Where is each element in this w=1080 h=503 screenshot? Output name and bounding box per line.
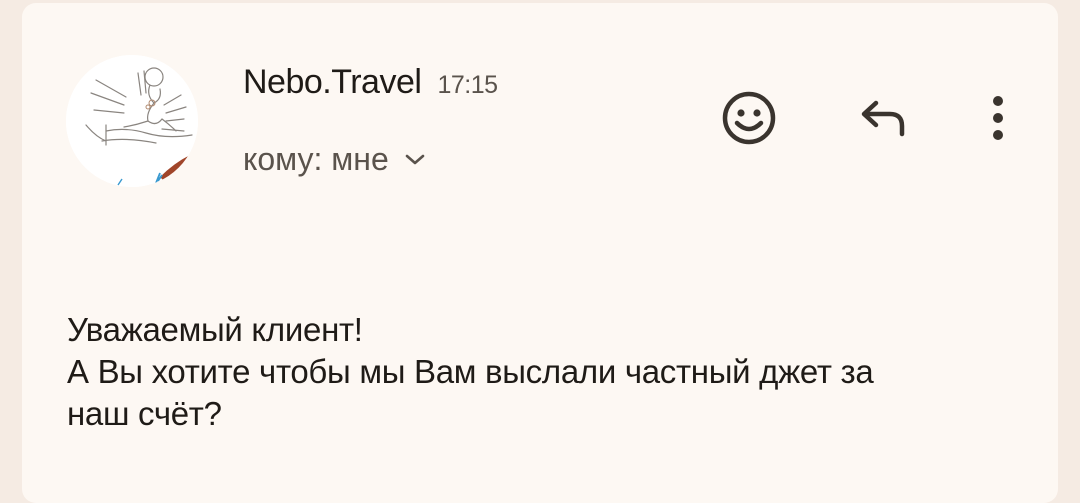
email-body: Уважаемый клиент! А Вы хотите чтобы мы В… [67,309,1027,435]
sender-header: Nebo.Travel 17:15 [243,63,498,102]
email-body-line: А Вы хотите чтобы мы Вам выслали частный… [67,353,874,390]
add-reaction-button[interactable] [714,83,784,153]
email-body-line: Уважаемый клиент! [67,311,363,348]
recipient-label: кому: мне [243,141,389,177]
more-options-button[interactable] [978,83,1018,153]
sender-avatar-illustration [66,55,198,187]
email-card: Nebo.Travel 17:15 кому: мне Уважаемый кл… [22,3,1058,503]
chevron-down-icon[interactable] [403,148,427,172]
sender-avatar[interactable] [66,55,198,187]
email-time: 17:15 [437,71,498,99]
reply-icon [861,100,905,137]
reply-button[interactable] [848,83,918,153]
recipient-details-toggle[interactable]: кому: мне [243,141,427,178]
sender-name[interactable]: Nebo.Travel [243,63,422,102]
smiley-icon [722,91,776,145]
more-vert-icon [993,96,1003,140]
email-body-line: наш счёт? [67,395,222,432]
